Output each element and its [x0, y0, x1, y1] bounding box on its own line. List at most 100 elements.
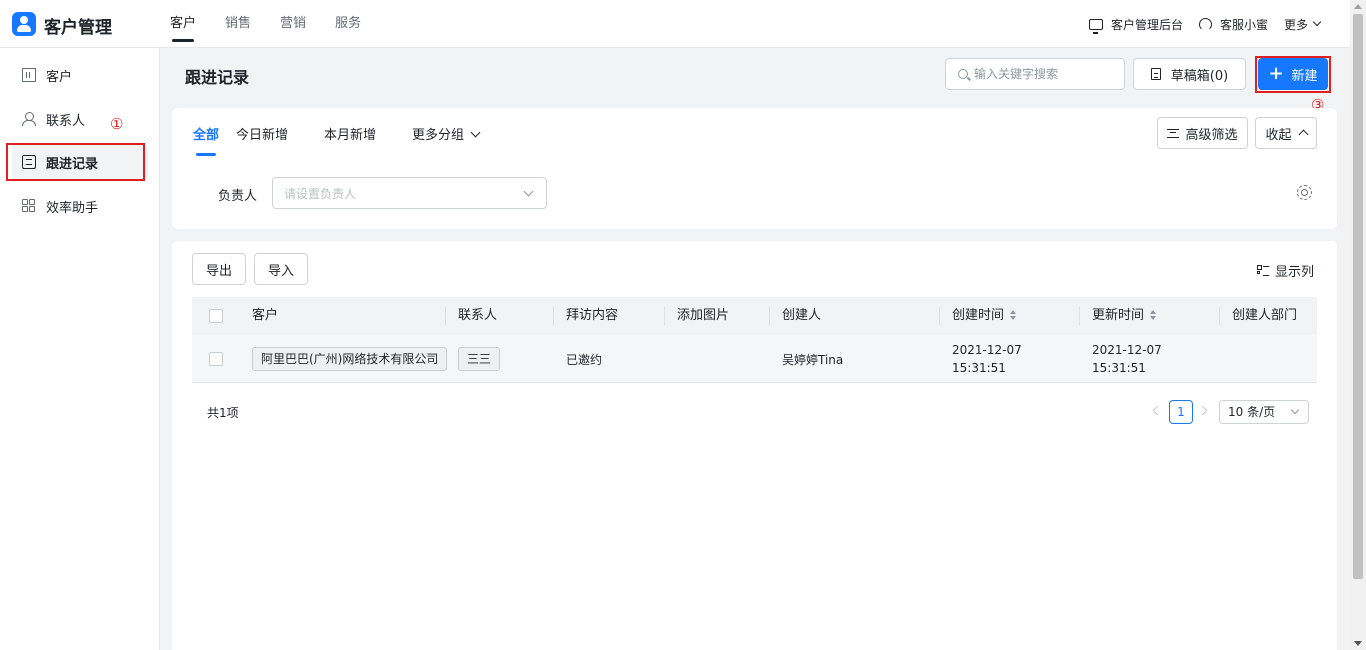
- search-icon: [958, 69, 968, 79]
- chevron-down-icon: [1290, 405, 1300, 415]
- chevron-down-icon: [523, 186, 534, 197]
- collapse-label: 收起: [1265, 127, 1292, 143]
- filter-tab-month[interactable]: 本月新增: [324, 124, 376, 143]
- app-logo-icon[interactable]: [12, 12, 36, 36]
- draft-file-icon: [1150, 68, 1161, 80]
- monitor-icon: [1088, 18, 1103, 34]
- column-header-created-time[interactable]: 创建时间: [952, 297, 1017, 335]
- column-header-customer: 客户: [252, 308, 279, 323]
- column-header-contact: 联系人: [458, 308, 498, 323]
- collapse-button[interactable]: 收起: [1255, 117, 1317, 149]
- contact-tag[interactable]: 三三: [458, 347, 501, 371]
- current-page-button[interactable]: 1: [1169, 400, 1193, 424]
- creator-name: 吴婷婷Tina: [782, 353, 844, 367]
- app-title[interactable]: 客户管理: [44, 13, 112, 38]
- new-label: 新建: [1291, 68, 1318, 84]
- column-divider: [1219, 307, 1220, 325]
- chevron-down-icon: [1312, 17, 1322, 27]
- sort-icon: [1150, 310, 1157, 320]
- tab-service[interactable]: 服务: [335, 0, 361, 48]
- filter-tab-today[interactable]: 今日新增: [236, 124, 288, 143]
- tab-sales[interactable]: 销售: [225, 0, 251, 48]
- plus-icon: +: [1268, 63, 1284, 84]
- updated-time-label: 更新时间: [1092, 308, 1145, 323]
- table-row[interactable]: 阿里巴巴(广州)网络技术有限公司 三三 已邀约 吴婷婷Tina 2021-12-…: [192, 335, 1317, 383]
- created-date: 2021-12-07: [952, 343, 1022, 357]
- headset-icon: [1198, 17, 1212, 31]
- select-all-checkbox[interactable]: [209, 309, 223, 323]
- column-header-creator: 创建人: [782, 308, 822, 323]
- admin-console-link[interactable]: 客户管理后台: [1088, 16, 1183, 34]
- sidebar-item-customers[interactable]: 客户: [12, 58, 148, 92]
- search-box[interactable]: [945, 58, 1125, 90]
- column-divider: [553, 307, 554, 325]
- row-checkbox[interactable]: [209, 352, 223, 366]
- vertical-scrollbar[interactable]: [1350, 0, 1366, 650]
- scroll-up-arrow-icon[interactable]: [1354, 4, 1362, 9]
- sidebar-item-label: 联系人: [46, 113, 86, 129]
- gear-icon[interactable]: [1297, 185, 1312, 200]
- search-input[interactable]: [974, 67, 1114, 81]
- visit-content: 已邀约: [566, 353, 603, 367]
- column-divider: [445, 307, 446, 325]
- advanced-filter-button[interactable]: 高级筛选: [1157, 117, 1248, 149]
- filter-tab-more-groups[interactable]: 更多分组: [412, 124, 481, 143]
- drafts-label: 草稿箱(0): [1170, 68, 1229, 84]
- page-title: 跟进记录: [185, 68, 250, 87]
- scrollbar-thumb[interactable]: [1353, 14, 1363, 579]
- tab-marketing[interactable]: 营销: [280, 0, 306, 48]
- filter-tab-all[interactable]: 全部: [193, 124, 219, 143]
- support-label: 客服小蜜: [1219, 17, 1268, 32]
- page-size-select[interactable]: 10 条/页: [1219, 400, 1309, 424]
- owner-select[interactable]: 请设置负责人: [272, 177, 547, 209]
- chevron-down-icon: [470, 127, 481, 138]
- columns-icon: [1257, 265, 1269, 276]
- support-link[interactable]: 客服小蜜: [1198, 16, 1268, 33]
- more-groups-label: 更多分组: [412, 128, 465, 143]
- admin-console-label: 客户管理后台: [1110, 17, 1183, 32]
- created-time-label: 创建时间: [952, 308, 1005, 323]
- columns-label: 显示列: [1275, 265, 1315, 280]
- table-header: 客户 联系人 拜访内容 添加图片 创建人 创建时间 更新时间 创建人部门: [192, 297, 1317, 335]
- customer-tag[interactable]: 阿里巴巴(广州)网络技术有限公司: [252, 347, 447, 371]
- building-icon: [22, 68, 36, 82]
- scroll-down-arrow-icon[interactable]: [1354, 641, 1362, 646]
- more-label: 更多: [1283, 17, 1308, 32]
- owner-filter-label: 负责人: [218, 189, 258, 204]
- columns-button[interactable]: 显示列: [1257, 261, 1314, 280]
- sidebar-item-label: 效率助手: [46, 200, 99, 216]
- sidebar-item-assistant[interactable]: 效率助手: [12, 189, 148, 223]
- column-divider: [769, 307, 770, 325]
- annotation-number-1: ①: [110, 115, 124, 133]
- sidebar: 客户 联系人 跟进记录 效率助手: [0, 48, 160, 650]
- column-divider: [1079, 307, 1080, 325]
- annotation-box-1: [6, 143, 145, 181]
- column-header-visit: 拜访内容: [566, 308, 619, 323]
- drafts-button[interactable]: 草稿箱(0): [1133, 58, 1246, 90]
- tab-customers[interactable]: 客户: [170, 0, 196, 48]
- created-time: 15:31:51: [952, 361, 1006, 375]
- column-divider: [664, 307, 665, 325]
- top-bar: 客户管理 客户 销售 营销 服务 客户管理后台 客服小蜜 更多: [0, 0, 1350, 48]
- column-divider: [939, 307, 940, 325]
- top-right-actions: 客户管理后台 客服小蜜 更多: [1073, 0, 1322, 48]
- grid-icon: [22, 199, 36, 213]
- import-button[interactable]: 导入: [254, 253, 308, 285]
- person-icon: [22, 112, 36, 126]
- page-size-label: 10 条/页: [1228, 405, 1276, 419]
- column-header-department: 创建人部门: [1232, 308, 1298, 323]
- column-header-updated-time[interactable]: 更新时间: [1092, 297, 1157, 335]
- export-button[interactable]: 导出: [192, 253, 246, 285]
- more-menu[interactable]: 更多: [1283, 16, 1322, 33]
- filter-icon: [1167, 128, 1180, 138]
- new-button[interactable]: + 新建: [1258, 58, 1328, 90]
- sidebar-item-label: 客户: [46, 69, 73, 85]
- advanced-filter-label: 高级筛选: [1185, 127, 1238, 143]
- owner-select-placeholder: 请设置负责人: [284, 186, 357, 201]
- updated-date: 2021-12-07: [1092, 343, 1162, 357]
- total-count: 共1项: [207, 406, 239, 420]
- active-tab-indicator: [196, 153, 216, 156]
- updated-time: 15:31:51: [1092, 361, 1146, 375]
- sidebar-item-contacts[interactable]: 联系人: [12, 102, 148, 136]
- sort-icon: [1010, 310, 1017, 320]
